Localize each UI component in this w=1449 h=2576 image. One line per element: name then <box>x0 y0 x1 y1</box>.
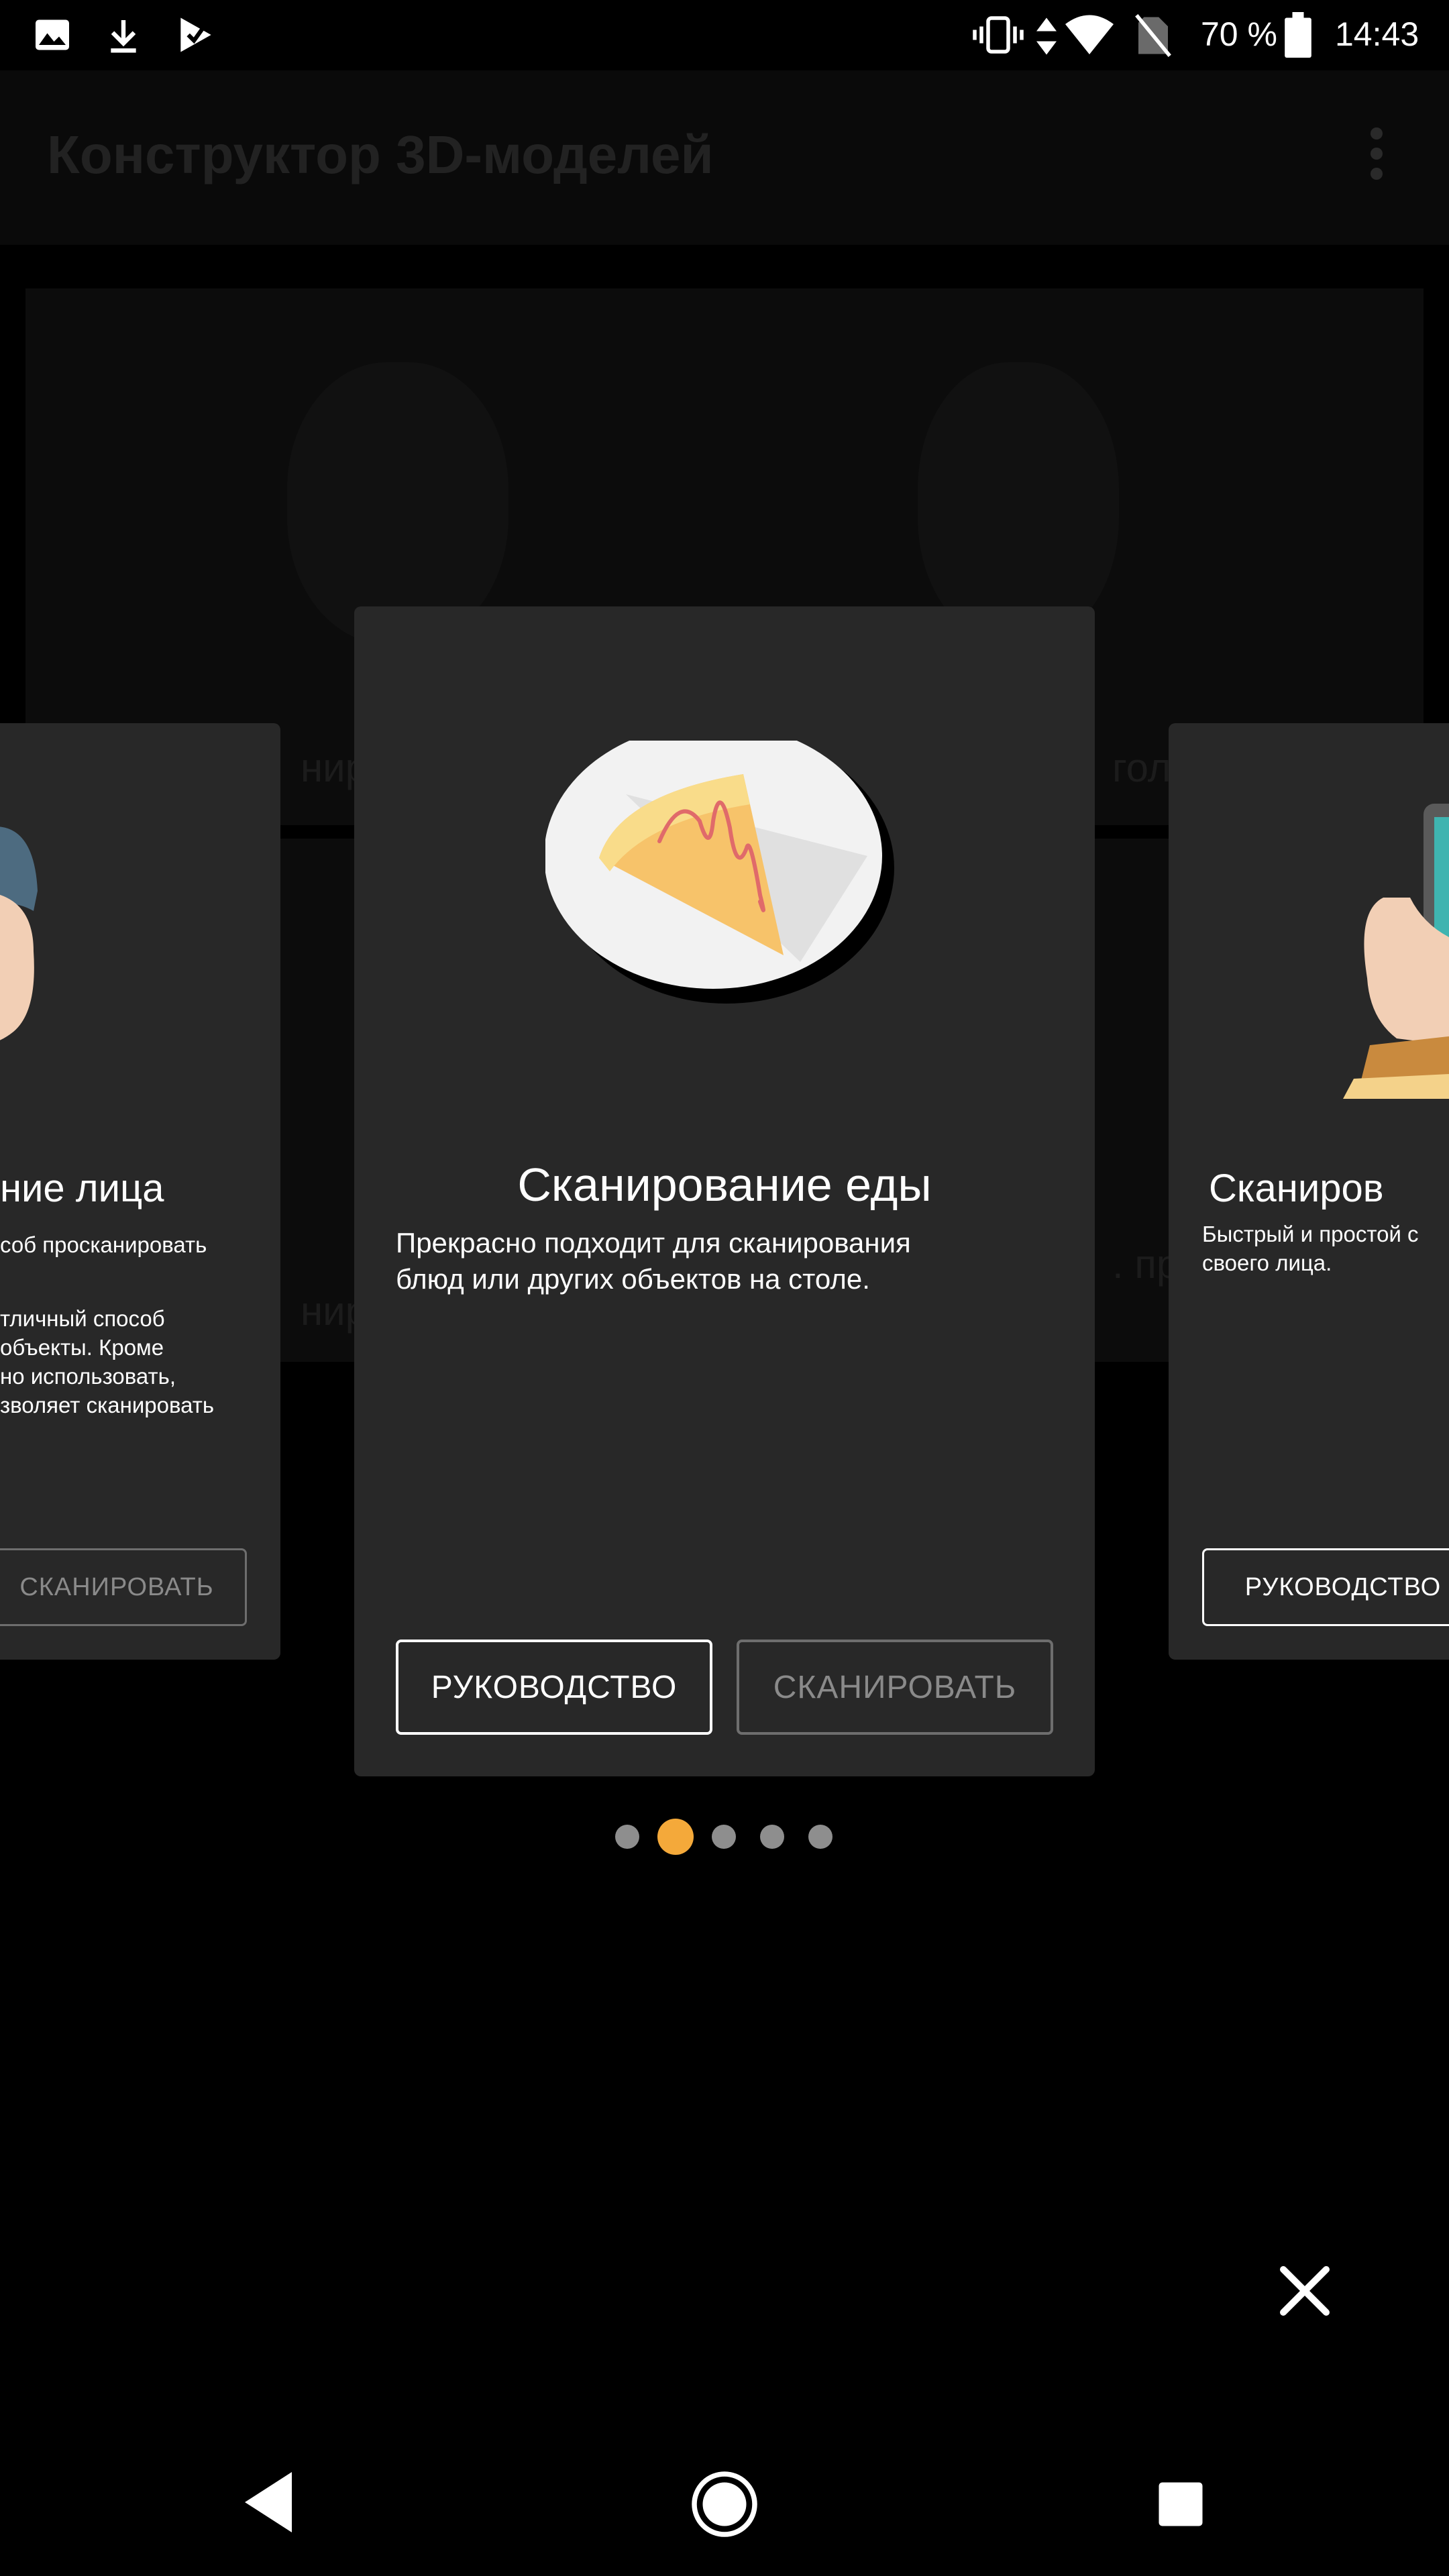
back-icon[interactable] <box>238 2469 299 2536</box>
page-dot-2-active[interactable] <box>657 1819 694 1855</box>
head-scan-description: своего лица. <box>1202 1250 1332 1275</box>
head-guide-button[interactable]: РУКОВОДСТВО <box>1202 1548 1449 1626</box>
face-scan-description: зволяет сканировать <box>0 1393 215 1417</box>
portrait-photo <box>287 362 508 644</box>
recents-icon[interactable] <box>1157 2481 1204 2528</box>
head-scan-title: Сканиров <box>1209 1167 1384 1210</box>
app-title: Конструктор 3D-моделей <box>47 125 714 184</box>
food-scan-title: Сканирование еды <box>517 1159 932 1211</box>
page-dot-5[interactable] <box>808 1825 833 1849</box>
image-icon <box>36 19 69 50</box>
face-scan-description: объекты. Кроме <box>0 1335 164 1360</box>
wifi-icon <box>1065 15 1114 54</box>
head-scan-card[interactable]: Сканиров Быстрый и простой с своего лица… <box>1169 723 1449 1660</box>
scan-button[interactable]: СКАНИРОВАТЬ <box>737 1640 1053 1735</box>
guide-button[interactable]: РУКОВОДСТВО <box>396 1640 712 1735</box>
face-scan-description: но использовать, <box>0 1364 176 1389</box>
background-tile-label: гол <box>1112 745 1171 790</box>
face-scan-card[interactable]: ние лица соб просканировать тличный спос… <box>0 723 280 1660</box>
battery-icon <box>1285 12 1311 58</box>
battery-percent: 70 % <box>1201 15 1277 53</box>
status-bar: 70 % 14:43 <box>0 0 1449 70</box>
page-dot-4[interactable] <box>760 1825 784 1849</box>
close-icon[interactable] <box>1278 2264 1332 2318</box>
food-scan-description: Прекрасно подходит для сканирования <box>396 1227 911 1258</box>
face-scan-description: тличный способ <box>0 1306 165 1331</box>
face-scan-title: ние лица <box>0 1167 164 1210</box>
food-scan-card: Сканирование еды Прекрасно подходит для … <box>354 606 1095 1776</box>
download-icon <box>111 20 136 53</box>
page-dot-3[interactable] <box>712 1825 736 1849</box>
face-avatar-illustration <box>0 826 38 1040</box>
hand-phone-illustration <box>1343 804 1449 1099</box>
page-dot-1[interactable] <box>615 1825 639 1849</box>
pie-on-plate-illustration <box>545 741 894 1004</box>
head-scan-description: Быстрый и простой с <box>1202 1222 1419 1246</box>
food-scan-description: блюд или других объектов на столе. <box>396 1263 870 1295</box>
home-icon[interactable] <box>691 2471 758 2538</box>
face-scan-description: соб просканировать <box>0 1232 207 1257</box>
vibrate-icon <box>973 16 1024 54</box>
play-store-icon <box>180 17 211 52</box>
face-scan-button[interactable]: СКАНИРОВАТЬ <box>0 1548 247 1626</box>
clock: 14:43 <box>1335 15 1419 53</box>
no-sim-icon <box>1135 14 1171 57</box>
more-vert-icon[interactable] <box>1368 127 1385 188</box>
portrait-photo <box>918 362 1119 644</box>
data-arrows-icon <box>1036 17 1057 55</box>
